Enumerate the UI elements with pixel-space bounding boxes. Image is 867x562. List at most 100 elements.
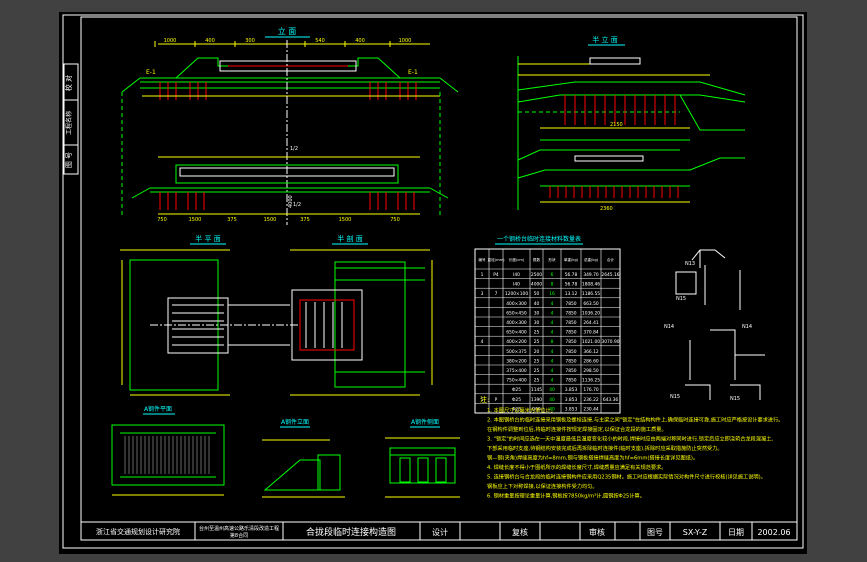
dim-label: 400 [355,38,365,44]
table-cell: I40 [513,272,520,278]
table-cell: 1021.00 [582,339,600,345]
table-cell: 1808.46 [582,282,600,288]
table-cell: I40 [513,282,520,288]
table-cell: 4 [551,330,554,336]
side-strip-drawing-no: 图 号 [65,152,73,168]
table-cell: 366.12 [583,349,599,355]
table-cell: 4 [551,349,554,355]
table-header: 根数 [533,257,541,262]
table-header: 单重(kg) [564,257,579,262]
table-cell: 1200×100 [505,291,528,297]
table-cell: 375×400 [506,368,527,374]
paper [59,12,807,554]
table-cell: 6 [551,272,554,278]
rebar-plan-title: A钢件平面 [144,405,172,413]
dim-label: 1000 [399,38,412,44]
rebar-label: N14 [664,324,674,330]
table-cell: 7850 [565,301,576,307]
table-cell: 1390 [531,397,542,403]
table-cell: 40 [549,397,555,403]
svg-text:2150: 2150 [610,122,623,128]
table-cell: 3.853 [565,406,578,412]
table-cell: 4 [551,310,554,316]
table-cell: 20 [534,349,540,355]
rebar-label: N15 [676,296,686,302]
elevation-mark-left: E-1 [146,69,156,76]
table-cell: 176.70 [583,387,599,393]
table-cell: 349.70 [583,272,599,278]
date-label: 日期 [728,528,744,537]
table-cell: 663.50 [583,301,599,307]
dim-label: 750 [157,217,167,223]
dim-label: 1000 [164,38,177,44]
table-cell: 400×300 [506,301,527,307]
note-item: 3. "锁定"的时间应选在一天中温度最低且温度变化较小的时段,焊接时应由两端对称… [487,435,773,443]
institute-name: 浙江省交通规划设计研究院 [96,527,180,536]
table-cell: P [495,397,498,403]
table-cell: 25 [534,358,540,364]
table-title: 一个钢桥台临时连接材料数量表 [497,235,581,243]
dim-label: 1500 [264,217,277,223]
rebar-label: N15 [730,396,740,402]
table-cell: 56.78 [565,272,578,278]
table-cell: 3 [481,291,484,297]
project-line-2: 第8合同 [230,532,248,539]
table-cell: P4 [493,272,499,278]
table-cell: 1136.25 [582,378,600,384]
table-header: 总重(kg) [584,257,599,262]
table-cell: 40 [549,387,555,393]
table-cell: 40 [534,301,540,307]
cad-drawing-sheet: 校 对 工程名称 图 号 立 面 1000 400 300 540 400 1000 E-… [59,12,807,554]
table-cell: 25 [534,330,540,336]
table-header: 直径(mm) [488,257,506,262]
table-cell: 7850 [565,330,576,336]
rebar-elevation-title: A钢件立面 [281,418,309,426]
date-value: 2002.06 [757,528,790,537]
table-cell: 7850 [565,339,576,345]
table-cell: 13.12 [565,291,578,297]
rebar-label: N13 [685,261,695,267]
table-cell: 1 [481,272,484,278]
table-cell: 4 [551,301,554,307]
note-item: 钢板应上下对称焊接,以保证连接构件受力均匀。 [487,482,598,490]
drawing-no: SX-Y-Z [683,528,708,537]
rebar-side-title: A钢件侧面 [411,418,439,426]
dim-label: 375 [227,217,237,223]
half-plan-title: 半 平 面 [195,234,220,243]
note-item: 在钢构件调整到位后,将临时连接件按规定焊接固定,以保证合龙段的施工质量。 [487,425,667,433]
dim-label: 1500 [189,217,202,223]
dim-label: 400 [205,38,215,44]
table-cell: 7 [495,291,498,297]
check-label: 审核 [589,527,605,537]
dim-label: 540 [315,38,325,44]
table-cell: 25 [534,368,540,374]
table-cell: 7850 [565,378,576,384]
note-item: 5. 连接钢桥台与合龙段的临时连接钢构件应采用Q235钢材。施工时应根据实际情况… [487,473,766,481]
table-cell: 4 [481,339,484,345]
note-item: 2. 本图钢桥台的临时连接采用钢板及螺栓连接,与主梁之间"锁定"在结构构件上,确… [487,416,783,424]
table-cell: 4 [551,320,554,326]
table-cell: 264.41 [583,320,599,326]
table-cell: 298.50 [583,368,599,374]
table-cell: 8 [551,282,554,288]
table-cell: 2500 [531,272,542,278]
table-cell: 643.36 [603,397,619,403]
table-cell: 4 [551,368,554,374]
table-cell: Φ25 [512,387,521,393]
design-label: 设计 [432,527,448,537]
svg-text:2360: 2360 [600,206,613,212]
elevation-center-top: 1/2 [290,146,298,152]
table-cell: 1145 [531,387,542,393]
table-cell: 750×400 [506,378,527,384]
table-cell: 650×450 [506,310,527,316]
table-cell: Φ25 [512,397,521,403]
side-strip-check: 校 对 [64,75,73,91]
table-cell: 4 [551,358,554,364]
half-section-title: 半 剖 面 [337,234,362,243]
half-elevation-title: 半 立 面 [592,35,617,44]
table-cell: 8 [551,339,554,345]
table-cell: 7850 [565,358,576,364]
note-item: 4. 焊缝长度不得小于图纸所示的焊缝长度尺寸,焊缝质量应满足有关规范要求。 [487,463,666,471]
note-item: 下部采用临时支座,待钢结构安装完成后再拆除临时连接件(临时支座),拆除时应采取措… [487,444,723,452]
table-cell: 400×300 [506,320,527,326]
